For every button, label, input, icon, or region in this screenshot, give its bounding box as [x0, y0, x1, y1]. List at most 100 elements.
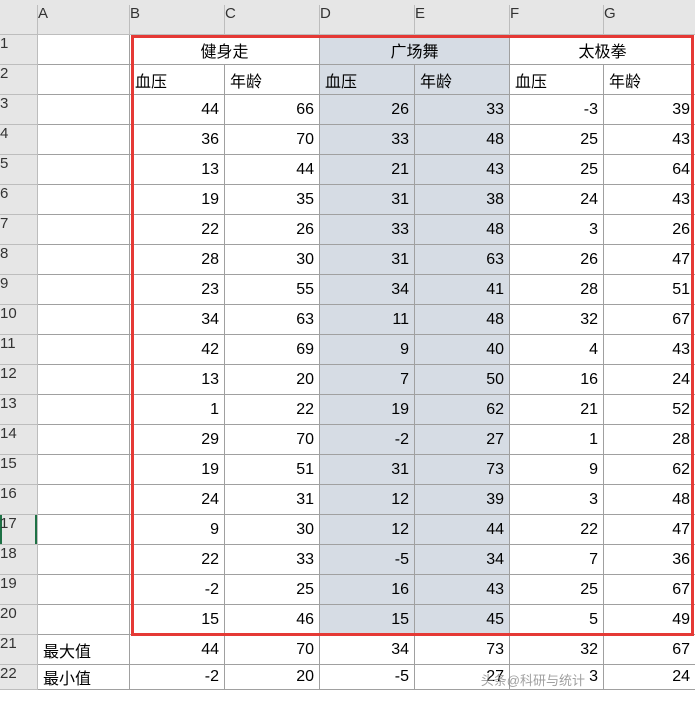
cell-E13[interactable]: 62 — [415, 395, 510, 425]
cell-E17[interactable]: 44 — [415, 515, 510, 545]
cell-D13[interactable]: 19 — [320, 395, 415, 425]
cell-D20[interactable]: 15 — [320, 605, 415, 635]
cell-C12[interactable]: 20 — [225, 365, 320, 395]
cell-D9[interactable]: 34 — [320, 275, 415, 305]
cell-A3[interactable] — [38, 95, 130, 125]
cell-B5[interactable]: 13 — [130, 155, 225, 185]
cell-D14[interactable]: -2 — [320, 425, 415, 455]
cell-B21[interactable]: 44 — [130, 635, 225, 665]
cell-D11[interactable]: 9 — [320, 335, 415, 365]
cell-F12[interactable]: 16 — [510, 365, 604, 395]
cell-C3[interactable]: 66 — [225, 95, 320, 125]
cell-B2[interactable]: 血压 — [130, 65, 225, 95]
cell-G12[interactable]: 24 — [604, 365, 695, 395]
cell-C11[interactable]: 69 — [225, 335, 320, 365]
cell-A4[interactable] — [38, 125, 130, 155]
cell-B4[interactable]: 36 — [130, 125, 225, 155]
cell-D10[interactable]: 11 — [320, 305, 415, 335]
cell-B6[interactable]: 19 — [130, 185, 225, 215]
cell-G15[interactable]: 62 — [604, 455, 695, 485]
cell-G17[interactable]: 47 — [604, 515, 695, 545]
cell-B19[interactable]: -2 — [130, 575, 225, 605]
cell-C16[interactable]: 31 — [225, 485, 320, 515]
row-header-20[interactable]: 20 — [0, 605, 38, 635]
cell-E7[interactable]: 48 — [415, 215, 510, 245]
row-header-15[interactable]: 15 — [0, 455, 38, 485]
cell-A21[interactable]: 最大值 — [38, 635, 130, 665]
col-header-E[interactable]: E — [415, 5, 510, 35]
cell-B12[interactable]: 13 — [130, 365, 225, 395]
cell-E21[interactable]: 73 — [415, 635, 510, 665]
col-header-G[interactable]: G — [604, 5, 695, 35]
cell-F1[interactable]: 太极拳 — [510, 35, 695, 65]
row-header-7[interactable]: 7 — [0, 215, 38, 245]
cell-A1[interactable] — [38, 35, 130, 65]
cell-F3[interactable]: -3 — [510, 95, 604, 125]
cell-G3[interactable]: 39 — [604, 95, 695, 125]
cell-G4[interactable]: 43 — [604, 125, 695, 155]
cell-C14[interactable]: 70 — [225, 425, 320, 455]
cell-C22[interactable]: 20 — [225, 665, 320, 690]
cell-A7[interactable] — [38, 215, 130, 245]
col-header-B[interactable]: B — [130, 5, 225, 35]
cell-A20[interactable] — [38, 605, 130, 635]
row-header-10[interactable]: 10 — [0, 305, 38, 335]
cell-D7[interactable]: 33 — [320, 215, 415, 245]
cell-D8[interactable]: 31 — [320, 245, 415, 275]
row-header-6[interactable]: 6 — [0, 185, 38, 215]
col-header-C[interactable]: C — [225, 5, 320, 35]
cell-G2[interactable]: 年龄 — [604, 65, 695, 95]
col-header-A[interactable]: A — [38, 5, 130, 35]
cell-F19[interactable]: 25 — [510, 575, 604, 605]
cell-B15[interactable]: 19 — [130, 455, 225, 485]
cell-A5[interactable] — [38, 155, 130, 185]
row-header-16[interactable]: 16 — [0, 485, 38, 515]
cell-F18[interactable]: 7 — [510, 545, 604, 575]
cell-D6[interactable]: 31 — [320, 185, 415, 215]
cell-E4[interactable]: 48 — [415, 125, 510, 155]
row-header-18[interactable]: 18 — [0, 545, 38, 575]
cell-C8[interactable]: 30 — [225, 245, 320, 275]
cell-G16[interactable]: 48 — [604, 485, 695, 515]
cell-E6[interactable]: 38 — [415, 185, 510, 215]
cell-C20[interactable]: 46 — [225, 605, 320, 635]
select-all-corner[interactable] — [0, 5, 38, 35]
cell-G6[interactable]: 43 — [604, 185, 695, 215]
cell-C5[interactable]: 44 — [225, 155, 320, 185]
cell-G5[interactable]: 64 — [604, 155, 695, 185]
row-header-17[interactable]: 17 — [0, 515, 38, 545]
cell-A22[interactable]: 最小值 — [38, 665, 130, 690]
cell-A19[interactable] — [38, 575, 130, 605]
cell-C9[interactable]: 55 — [225, 275, 320, 305]
cell-F21[interactable]: 32 — [510, 635, 604, 665]
cell-A14[interactable] — [38, 425, 130, 455]
row-header-19[interactable]: 19 — [0, 575, 38, 605]
cell-B7[interactable]: 22 — [130, 215, 225, 245]
row-header-5[interactable]: 5 — [0, 155, 38, 185]
cell-E10[interactable]: 48 — [415, 305, 510, 335]
cell-B9[interactable]: 23 — [130, 275, 225, 305]
cell-F13[interactable]: 21 — [510, 395, 604, 425]
cell-D18[interactable]: -5 — [320, 545, 415, 575]
cell-A11[interactable] — [38, 335, 130, 365]
cell-D16[interactable]: 12 — [320, 485, 415, 515]
cell-G14[interactable]: 28 — [604, 425, 695, 455]
cell-A18[interactable] — [38, 545, 130, 575]
cell-F8[interactable]: 26 — [510, 245, 604, 275]
cell-G9[interactable]: 51 — [604, 275, 695, 305]
cell-C6[interactable]: 35 — [225, 185, 320, 215]
cell-F14[interactable]: 1 — [510, 425, 604, 455]
cell-F7[interactable]: 3 — [510, 215, 604, 245]
cell-C18[interactable]: 33 — [225, 545, 320, 575]
row-header-8[interactable]: 8 — [0, 245, 38, 275]
cell-D2[interactable]: 血压 — [320, 65, 415, 95]
cell-E19[interactable]: 43 — [415, 575, 510, 605]
col-header-F[interactable]: F — [510, 5, 604, 35]
cell-G10[interactable]: 67 — [604, 305, 695, 335]
cell-B1[interactable]: 健身走 — [130, 35, 320, 65]
cell-D22[interactable]: -5 — [320, 665, 415, 690]
cell-E18[interactable]: 34 — [415, 545, 510, 575]
row-header-14[interactable]: 14 — [0, 425, 38, 455]
cell-B18[interactable]: 22 — [130, 545, 225, 575]
cell-F10[interactable]: 32 — [510, 305, 604, 335]
